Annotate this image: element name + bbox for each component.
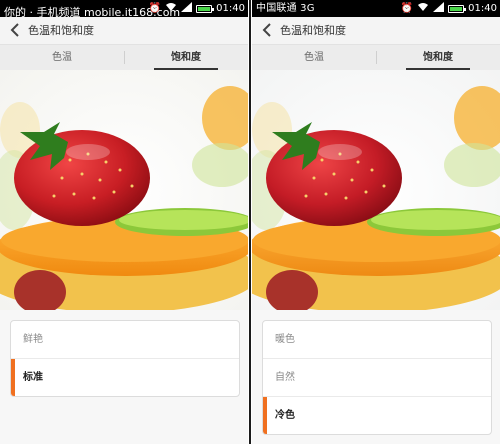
- page-title: 色温和饱和度: [28, 24, 94, 37]
- status-icons: ⏰ 01:40: [148, 1, 245, 16]
- signal-icon: [181, 1, 193, 16]
- status-bar: 中国联通 3G ⏰ 01:40: [252, 0, 500, 17]
- saturation-options: 鲜艳 标准: [10, 320, 240, 397]
- alarm-icon: ⏰: [148, 2, 162, 14]
- options-area: 鲜艳 标准: [0, 310, 248, 444]
- tab-color-temperature[interactable]: 色温: [252, 45, 376, 70]
- status-bar: 你的 · 手机频道 mobile.it168.com ⏰ 01:40: [0, 0, 248, 19]
- wifi-icon: [417, 2, 429, 16]
- right-screen: 中国联通 3G ⏰ 01:40 色温和饱和度 色温 饱和度 暖色 自然 冷色: [252, 0, 500, 444]
- option-vivid[interactable]: 鲜艳: [11, 321, 239, 359]
- page-title: 色温和饱和度: [280, 24, 346, 37]
- title-bar: 色温和饱和度: [0, 17, 248, 45]
- carrier-label: 中国联通 3G: [256, 3, 315, 14]
- tab-bar: 色温 饱和度: [252, 45, 500, 71]
- left-screen: 你的 · 手机频道 mobile.it168.com ⏰ 01:40 色温和饱和…: [0, 0, 248, 444]
- back-arrow-icon: [262, 23, 271, 37]
- tab-color-temperature[interactable]: 色温: [0, 45, 124, 70]
- back-arrow-icon: [10, 23, 19, 37]
- preview-image: [252, 70, 500, 310]
- clock: 01:40: [216, 3, 245, 14]
- options-area: 暖色 自然 冷色: [252, 310, 500, 444]
- tab-saturation[interactable]: 饱和度: [376, 45, 500, 70]
- back-button[interactable]: [260, 22, 274, 38]
- option-standard[interactable]: 标准: [11, 359, 239, 396]
- wifi-icon: [165, 2, 177, 16]
- tab-saturation[interactable]: 饱和度: [124, 45, 248, 70]
- battery-icon: [196, 4, 215, 13]
- status-icons: ⏰ 01:40: [400, 1, 497, 16]
- option-natural[interactable]: 自然: [263, 359, 491, 397]
- clock: 01:40: [468, 3, 497, 14]
- preview-image: [0, 70, 248, 310]
- signal-icon: [433, 1, 445, 16]
- alarm-icon: ⏰: [400, 2, 414, 14]
- color-temperature-options: 暖色 自然 冷色: [262, 320, 492, 435]
- title-bar: 色温和饱和度: [252, 17, 500, 45]
- option-cool[interactable]: 冷色: [263, 397, 491, 434]
- battery-icon: [448, 4, 467, 13]
- option-warm[interactable]: 暖色: [263, 321, 491, 359]
- back-button[interactable]: [8, 22, 22, 38]
- tab-bar: 色温 饱和度: [0, 45, 248, 71]
